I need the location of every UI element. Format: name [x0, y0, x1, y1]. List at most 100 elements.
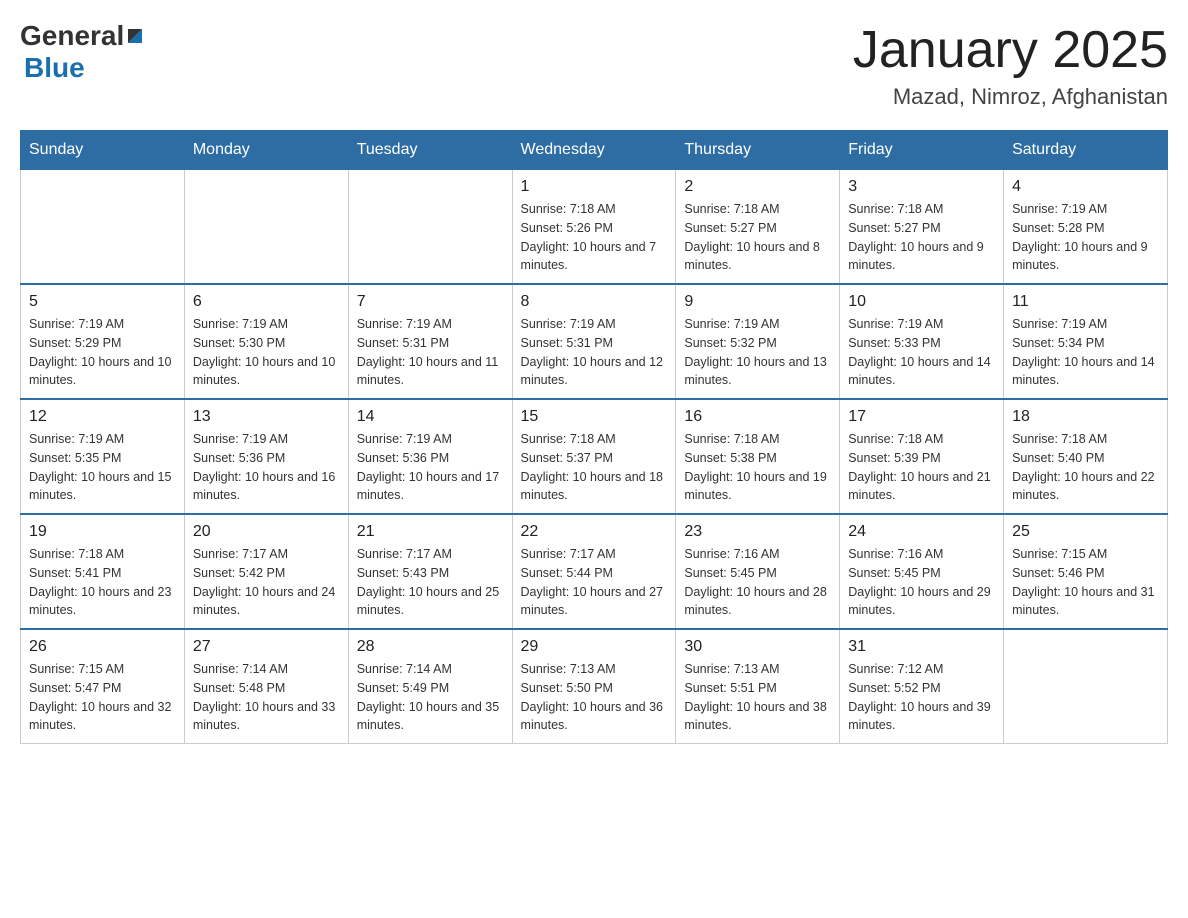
day-info: Sunrise: 7:18 AM Sunset: 5:26 PM Dayligh… [521, 200, 668, 275]
day-of-week-header: Monday [184, 131, 348, 170]
calendar-cell: 9 Sunrise: 7:19 AM Sunset: 5:32 PM Daylig… [676, 284, 840, 399]
day-of-week-header: Tuesday [348, 131, 512, 170]
day-info: Sunrise: 7:15 AM Sunset: 5:46 PM Dayligh… [1012, 545, 1159, 620]
day-info: Sunrise: 7:13 AM Sunset: 5:50 PM Dayligh… [521, 660, 668, 735]
calendar-cell: 20 Sunrise: 7:17 AM Sunset: 5:42 PM Dayli… [184, 514, 348, 629]
day-number: 11 [1012, 293, 1159, 311]
day-number: 1 [521, 178, 668, 196]
day-info: Sunrise: 7:12 AM Sunset: 5:52 PM Dayligh… [848, 660, 995, 735]
day-info: Sunrise: 7:19 AM Sunset: 5:33 PM Dayligh… [848, 315, 995, 390]
calendar-cell: 4 Sunrise: 7:19 AM Sunset: 5:28 PM Daylig… [1004, 170, 1168, 285]
title-section: January 2025 Mazad, Nimroz, Afghanistan [853, 20, 1168, 110]
day-info: Sunrise: 7:19 AM Sunset: 5:31 PM Dayligh… [521, 315, 668, 390]
page-header: General Blue January 2025 Mazad, Nimroz,… [20, 20, 1168, 110]
day-number: 24 [848, 523, 995, 541]
day-info: Sunrise: 7:18 AM Sunset: 5:37 PM Dayligh… [521, 430, 668, 505]
day-info: Sunrise: 7:18 AM Sunset: 5:40 PM Dayligh… [1012, 430, 1159, 505]
calendar-cell: 12 Sunrise: 7:19 AM Sunset: 5:35 PM Dayli… [21, 399, 185, 514]
day-info: Sunrise: 7:15 AM Sunset: 5:47 PM Dayligh… [29, 660, 176, 735]
calendar-cell: 6Sunrise: 7:19 AM Sunset: 5:30 PM Daylig… [184, 284, 348, 399]
day-number: 5 [29, 293, 176, 311]
day-of-week-header: Wednesday [512, 131, 676, 170]
day-number: 14 [357, 408, 504, 426]
day-number: 31 [848, 638, 995, 656]
day-number: 16 [684, 408, 831, 426]
calendar-header-row: SundayMondayTuesdayWednesdayThursdayFrid… [21, 131, 1168, 170]
day-number: 19 [29, 523, 176, 541]
calendar-cell: 31 Sunrise: 7:12 AM Sunset: 5:52 PM Dayli… [840, 629, 1004, 744]
calendar-week-row: 19 Sunrise: 7:18 AM Sunset: 5:41 PM Dayli… [21, 514, 1168, 629]
day-of-week-header: Thursday [676, 131, 840, 170]
calendar-cell: 11 Sunrise: 7:19 AM Sunset: 5:34 PM Dayli… [1004, 284, 1168, 399]
day-number: 9 [684, 293, 831, 311]
day-number: 15 [521, 408, 668, 426]
day-number: 8 [521, 293, 668, 311]
day-number: 2 [684, 178, 831, 196]
calendar-cell: 22Sunrise: 7:17 AM Sunset: 5:44 PM Dayli… [512, 514, 676, 629]
calendar-cell: 29Sunrise: 7:13 AM Sunset: 5:50 PM Dayli… [512, 629, 676, 744]
day-number: 26 [29, 638, 176, 656]
day-info: Sunrise: 7:19 AM Sunset: 5:28 PM Dayligh… [1012, 200, 1159, 275]
calendar-cell [21, 170, 185, 285]
calendar-cell: 25 Sunrise: 7:15 AM Sunset: 5:46 PM Dayli… [1004, 514, 1168, 629]
day-info: Sunrise: 7:14 AM Sunset: 5:48 PM Dayligh… [193, 660, 340, 735]
calendar-cell: 15 Sunrise: 7:18 AM Sunset: 5:37 PM Dayli… [512, 399, 676, 514]
day-info: Sunrise: 7:19 AM Sunset: 5:29 PM Dayligh… [29, 315, 176, 390]
day-info: Sunrise: 7:19 AM Sunset: 5:35 PM Dayligh… [29, 430, 176, 505]
calendar-week-row: 26 Sunrise: 7:15 AM Sunset: 5:47 PM Dayli… [21, 629, 1168, 744]
day-number: 4 [1012, 178, 1159, 196]
calendar-cell: 2Sunrise: 7:18 AM Sunset: 5:27 PM Daylig… [676, 170, 840, 285]
logo-general-text: General [20, 20, 124, 52]
logo-blue-text: Blue [24, 52, 85, 84]
day-info: Sunrise: 7:16 AM Sunset: 5:45 PM Dayligh… [684, 545, 831, 620]
calendar-cell: 24 Sunrise: 7:16 AM Sunset: 5:45 PM Dayli… [840, 514, 1004, 629]
calendar-cell: 18 Sunrise: 7:18 AM Sunset: 5:40 PM Dayli… [1004, 399, 1168, 514]
day-number: 18 [1012, 408, 1159, 426]
day-info: Sunrise: 7:14 AM Sunset: 5:49 PM Dayligh… [357, 660, 504, 735]
calendar-cell: 27 Sunrise: 7:14 AM Sunset: 5:48 PM Dayli… [184, 629, 348, 744]
calendar-cell: 5 Sunrise: 7:19 AM Sunset: 5:29 PM Daylig… [21, 284, 185, 399]
day-info: Sunrise: 7:18 AM Sunset: 5:38 PM Dayligh… [684, 430, 831, 505]
day-number: 3 [848, 178, 995, 196]
logo-icon [124, 25, 146, 47]
calendar-cell: 21 Sunrise: 7:17 AM Sunset: 5:43 PM Dayli… [348, 514, 512, 629]
day-number: 27 [193, 638, 340, 656]
day-info: Sunrise: 7:18 AM Sunset: 5:41 PM Dayligh… [29, 545, 176, 620]
day-number: 17 [848, 408, 995, 426]
calendar-cell: 28 Sunrise: 7:14 AM Sunset: 5:49 PM Dayli… [348, 629, 512, 744]
calendar-cell: 16 Sunrise: 7:18 AM Sunset: 5:38 PM Dayli… [676, 399, 840, 514]
day-number: 25 [1012, 523, 1159, 541]
logo: General Blue [20, 20, 146, 84]
day-number: 30 [684, 638, 831, 656]
calendar-cell [348, 170, 512, 285]
calendar-cell: 14 Sunrise: 7:19 AM Sunset: 5:36 PM Dayli… [348, 399, 512, 514]
day-info: Sunrise: 7:18 AM Sunset: 5:27 PM Dayligh… [848, 200, 995, 275]
day-number: 7 [357, 293, 504, 311]
calendar-cell: 1 Sunrise: 7:18 AM Sunset: 5:26 PM Daylig… [512, 170, 676, 285]
calendar-cell: 30Sunrise: 7:13 AM Sunset: 5:51 PM Dayli… [676, 629, 840, 744]
day-number: 21 [357, 523, 504, 541]
day-number: 28 [357, 638, 504, 656]
day-number: 20 [193, 523, 340, 541]
calendar-cell: 7Sunrise: 7:19 AM Sunset: 5:31 PM Daylig… [348, 284, 512, 399]
day-info: Sunrise: 7:16 AM Sunset: 5:45 PM Dayligh… [848, 545, 995, 620]
day-info: Sunrise: 7:17 AM Sunset: 5:42 PM Dayligh… [193, 545, 340, 620]
day-info: Sunrise: 7:19 AM Sunset: 5:36 PM Dayligh… [193, 430, 340, 505]
day-number: 6 [193, 293, 340, 311]
day-info: Sunrise: 7:17 AM Sunset: 5:43 PM Dayligh… [357, 545, 504, 620]
calendar-cell: 26 Sunrise: 7:15 AM Sunset: 5:47 PM Dayli… [21, 629, 185, 744]
day-info: Sunrise: 7:19 AM Sunset: 5:34 PM Dayligh… [1012, 315, 1159, 390]
day-info: Sunrise: 7:19 AM Sunset: 5:36 PM Dayligh… [357, 430, 504, 505]
calendar-cell: 17Sunrise: 7:18 AM Sunset: 5:39 PM Dayli… [840, 399, 1004, 514]
calendar-cell: 8 Sunrise: 7:19 AM Sunset: 5:31 PM Daylig… [512, 284, 676, 399]
calendar-week-row: 1 Sunrise: 7:18 AM Sunset: 5:26 PM Daylig… [21, 170, 1168, 285]
day-number: 12 [29, 408, 176, 426]
day-info: Sunrise: 7:19 AM Sunset: 5:32 PM Dayligh… [684, 315, 831, 390]
day-number: 10 [848, 293, 995, 311]
calendar-cell [184, 170, 348, 285]
day-number: 22 [521, 523, 668, 541]
month-title: January 2025 [853, 20, 1168, 80]
day-of-week-header: Friday [840, 131, 1004, 170]
calendar-cell: 23Sunrise: 7:16 AM Sunset: 5:45 PM Dayli… [676, 514, 840, 629]
calendar-week-row: 12 Sunrise: 7:19 AM Sunset: 5:35 PM Dayli… [21, 399, 1168, 514]
